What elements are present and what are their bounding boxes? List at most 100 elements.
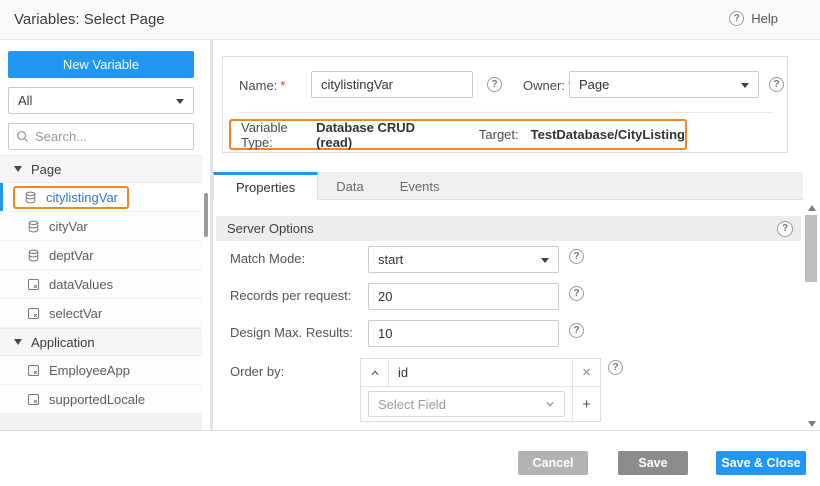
- database-icon: [24, 191, 37, 204]
- save-button[interactable]: Save: [618, 451, 688, 475]
- chevron-down-icon: [541, 258, 549, 263]
- name-help-icon[interactable]: ?: [487, 77, 502, 92]
- variable-detail-panel: Name:* ? Owner:* Page ? Variable Type: D…: [213, 40, 820, 430]
- cancel-button[interactable]: Cancel: [518, 451, 588, 475]
- owner-selected-value: Page: [579, 77, 609, 92]
- chevron-down-icon: [741, 83, 749, 88]
- model-variable-icon: [27, 307, 40, 320]
- help-icon: ?: [729, 11, 744, 26]
- scrollbar-thumb[interactable]: [805, 215, 817, 282]
- sidebar-item-selectvar[interactable]: selectVar: [0, 299, 202, 328]
- model-variable-icon: [27, 393, 40, 406]
- target-value: TestDatabase/CityListing: [531, 127, 685, 142]
- database-icon: [27, 220, 40, 233]
- name-input[interactable]: [311, 71, 473, 98]
- sidebar-scrollbar-thumb[interactable]: [204, 193, 208, 237]
- variable-type-label: Variable Type:: [241, 120, 304, 150]
- match-mode-help-icon[interactable]: ?: [569, 249, 584, 264]
- new-variable-button[interactable]: New Variable: [8, 51, 194, 78]
- scroll-up-arrow[interactable]: [808, 205, 816, 211]
- add-order-field-button[interactable]: +: [572, 387, 600, 421]
- dialog-footer: Cancel Save Save & Close: [0, 430, 820, 486]
- name-label: Name:*: [239, 78, 285, 93]
- sidebar-item-label: EmployeeApp: [49, 363, 130, 378]
- sidebar-item-supportedlocale[interactable]: supportedLocale: [0, 385, 202, 414]
- match-mode-value: start: [378, 252, 403, 267]
- database-icon: [27, 249, 40, 262]
- chevron-down-icon: [176, 99, 184, 104]
- sidebar-item-label: dataValues: [49, 277, 113, 292]
- match-mode-label: Match Mode:: [230, 251, 305, 266]
- page-title: Variables: Select Page: [14, 11, 165, 28]
- collapse-arrow-icon: [14, 339, 22, 345]
- sidebar-filler: [0, 414, 202, 430]
- variable-summary-card: Name:* ? Owner:* Page ? Variable Type: D…: [222, 56, 788, 153]
- collapse-arrow-icon: [14, 166, 22, 172]
- section-label: Page: [31, 162, 61, 177]
- order-by-field-value[interactable]: id: [389, 359, 572, 386]
- sidebar-item-label: citylistingVar: [46, 190, 118, 205]
- selected-indicator-bar: [0, 183, 3, 211]
- sidebar-section-application[interactable]: Application: [0, 328, 202, 356]
- filter-selected-value: All: [18, 93, 32, 108]
- records-per-request-input[interactable]: [368, 283, 559, 310]
- sidebar-item-citylistingvar[interactable]: citylistingVar: [0, 183, 202, 212]
- tab-data[interactable]: Data: [318, 172, 381, 200]
- card-divider: [237, 112, 773, 113]
- section-label: Application: [31, 335, 95, 350]
- order-by-add-row: Select Field +: [361, 387, 600, 421]
- select-field-placeholder: Select Field: [378, 397, 446, 412]
- server-options-title: Server Options: [227, 221, 314, 236]
- tab-properties[interactable]: Properties: [213, 172, 318, 200]
- sidebar-item-label: deptVar: [49, 248, 94, 263]
- selection-highlight-outline: citylistingVar: [13, 186, 129, 209]
- records-per-request-label: Records per request:: [230, 288, 351, 303]
- sidebar-item-employeeapp[interactable]: EmployeeApp: [0, 356, 202, 385]
- design-max-results-label: Design Max. Results:: [230, 325, 353, 340]
- order-by-row: id ×: [361, 359, 600, 387]
- design-max-results-input[interactable]: [368, 320, 559, 347]
- sort-direction-button[interactable]: [361, 359, 389, 386]
- records-per-request-help-icon[interactable]: ?: [569, 286, 584, 301]
- help-link[interactable]: ? Help: [729, 11, 778, 26]
- model-variable-icon: [27, 364, 40, 377]
- match-mode-select[interactable]: start: [368, 246, 559, 273]
- search-input[interactable]: [35, 129, 185, 144]
- sidebar-section-page[interactable]: Page: [0, 155, 202, 183]
- search-icon: [16, 130, 29, 143]
- sidebar-item-label: cityVar: [49, 219, 88, 234]
- detail-tabs: Properties Data Events: [213, 172, 803, 200]
- design-max-results-help-icon[interactable]: ?: [569, 323, 584, 338]
- sidebar-item-deptvar[interactable]: deptVar: [0, 241, 202, 270]
- owner-help-icon[interactable]: ?: [769, 77, 784, 92]
- variable-type-value: Database CRUD (read): [316, 120, 423, 150]
- owner-select[interactable]: Page: [569, 71, 759, 98]
- variable-search: [8, 123, 194, 150]
- server-options-header: Server Options ?: [216, 216, 801, 241]
- tab-events[interactable]: Events: [382, 172, 458, 200]
- chevron-down-icon: [544, 398, 556, 410]
- remove-order-field-button[interactable]: ×: [572, 359, 600, 386]
- sidebar-item-label: supportedLocale: [49, 392, 145, 407]
- save-and-close-button[interactable]: Save & Close: [716, 451, 806, 475]
- variable-filter-select[interactable]: All: [8, 87, 194, 114]
- select-field-dropdown[interactable]: Select Field: [368, 391, 565, 417]
- required-marker: *: [280, 78, 285, 93]
- sidebar-item-datavalues[interactable]: dataValues: [0, 270, 202, 299]
- variable-type-highlight-box: Variable Type: Database CRUD (read) Targ…: [229, 119, 687, 150]
- variables-dialog: Variables: Select Page ? Help New Variab…: [0, 0, 820, 486]
- owner-label: Owner:*: [523, 78, 573, 93]
- select-field-wrap: Select Field: [361, 387, 572, 421]
- scroll-down-arrow[interactable]: [808, 421, 816, 427]
- server-options-help-icon[interactable]: ?: [777, 221, 793, 237]
- order-by-label: Order by:: [230, 364, 284, 379]
- sidebar-item-cityvar[interactable]: cityVar: [0, 212, 202, 241]
- order-by-help-icon[interactable]: ?: [608, 360, 623, 375]
- properties-scrollbar: [805, 202, 818, 430]
- order-by-control: id × Select Field +: [360, 358, 601, 422]
- target-label: Target:: [479, 127, 519, 142]
- help-label: Help: [751, 11, 778, 26]
- variables-sidebar: New Variable All Page citylistingVar: [0, 40, 202, 430]
- model-variable-icon: [27, 278, 40, 291]
- sidebar-item-label: selectVar: [49, 306, 102, 321]
